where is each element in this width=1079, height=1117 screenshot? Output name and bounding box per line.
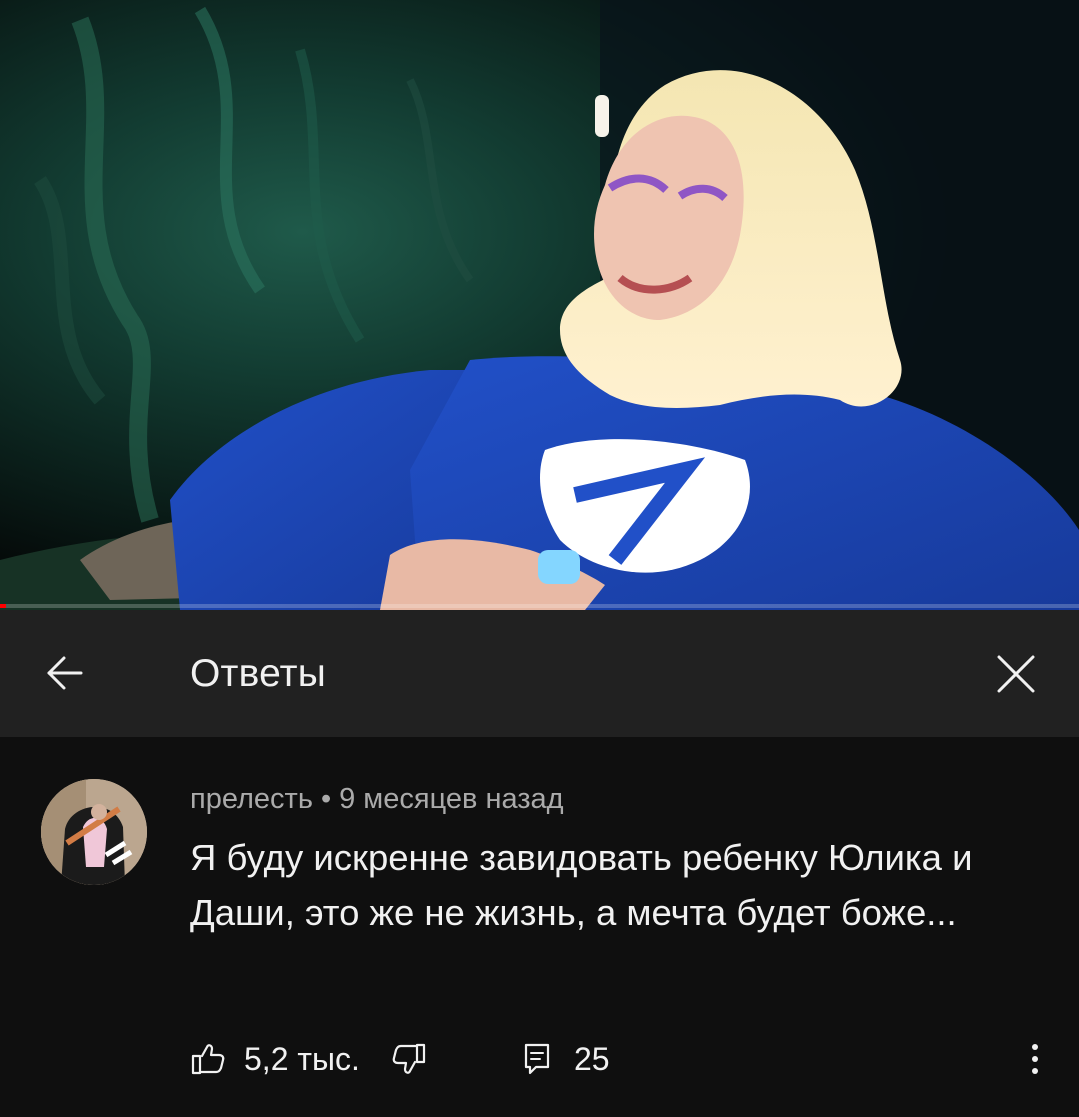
arrow-left-icon	[47, 656, 83, 690]
more-vertical-icon	[1032, 1044, 1038, 1074]
thumb-down-icon	[392, 1043, 426, 1074]
avatar-image	[41, 779, 147, 885]
thumb-up-icon	[191, 1044, 225, 1075]
video-frame	[0, 0, 1079, 610]
comment-menu-button[interactable]	[1020, 1034, 1050, 1084]
back-button[interactable]	[30, 638, 100, 708]
meta-separator: •	[320, 783, 332, 815]
close-icon	[997, 655, 1035, 693]
comment-thread-root: прелесть • 9 месяцев назад Я буду искренне…	[0, 737, 1079, 1117]
page-title: Ответы	[190, 652, 326, 695]
comment-meta: прелесть • 9 месяцев назад	[190, 780, 564, 818]
comment-actions: 5,2 тыс. 25	[190, 1034, 1050, 1084]
close-button[interactable]	[980, 638, 1052, 710]
comment-time: 9 месяцев назад	[339, 783, 564, 815]
reply-button[interactable]: 25	[522, 1034, 610, 1084]
video-progress-fill	[0, 604, 7, 608]
avatar[interactable]	[41, 779, 147, 885]
like-count: 5,2 тыс.	[244, 1041, 360, 1077]
video-player[interactable]	[0, 0, 1079, 610]
comment-author[interactable]: прелесть	[190, 783, 313, 815]
replies-header: Ответы	[0, 610, 1079, 737]
comment-icon	[524, 1043, 550, 1075]
dislike-button[interactable]	[391, 1034, 427, 1084]
like-button[interactable]: 5,2 тыс.	[190, 1034, 360, 1084]
reply-count: 25	[574, 1041, 610, 1077]
video-progress-track[interactable]	[0, 604, 1079, 608]
comment-text: Я буду искренне завидовать ребенку Юлика…	[190, 837, 973, 933]
